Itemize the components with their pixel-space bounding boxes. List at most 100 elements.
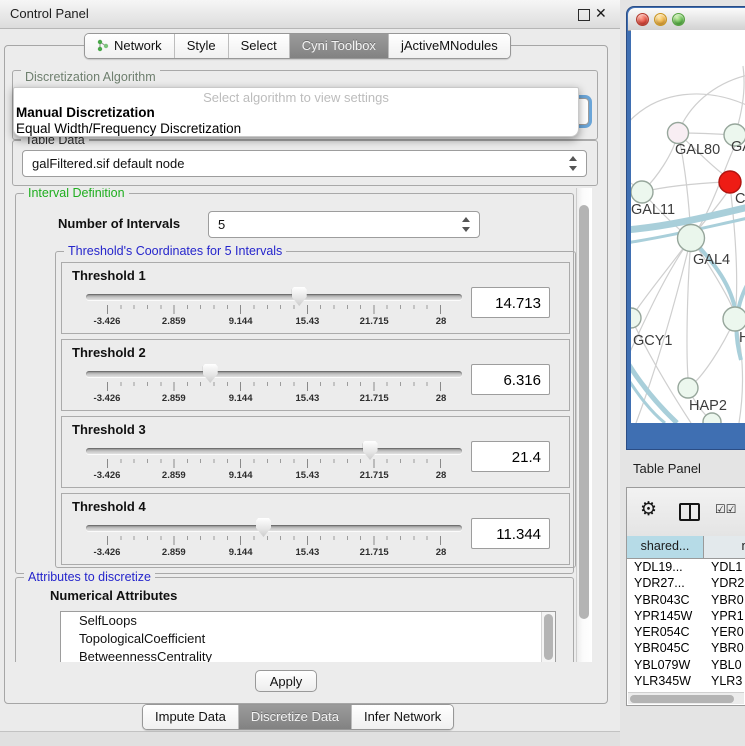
network-canvas[interactable]: GAL80GACGAL11GAL4GCY1HHAP2 — [631, 30, 745, 423]
network-window[interactable]: GAL80GACGAL11GAL4GCY1HHAP2 — [626, 6, 745, 450]
table-row[interactable]: YBR043CYBR0 — [627, 592, 745, 608]
network-node[interactable] — [668, 123, 689, 144]
table-row[interactable]: YBL079WYBL0 — [627, 657, 745, 673]
close-window-button[interactable] — [636, 13, 649, 26]
threshold-4-panel: Threshold 4 -3.4262.8599.14415.4321.7152… — [61, 493, 570, 565]
numerical-attributes-list[interactable]: SelfLoopsTopologicalCoefficientBetweenne… — [60, 611, 556, 662]
close-icon[interactable]: ✕ — [595, 5, 607, 21]
network-node[interactable] — [719, 171, 741, 193]
table-cell: YBR0 — [704, 592, 745, 608]
tab-impute-data[interactable]: Impute Data — [143, 705, 238, 729]
table-row[interactable]: YBR045CYBR0 — [627, 640, 745, 656]
slider-track[interactable] — [86, 525, 462, 531]
list-scrollbar-thumb[interactable] — [544, 614, 553, 660]
slider-thumb[interactable] — [363, 441, 378, 460]
tab-infer-network-label: Infer Network — [364, 709, 441, 724]
tab-style[interactable]: Style — [174, 34, 228, 58]
horizontal-scrollbar-thumb[interactable] — [630, 695, 734, 703]
threshold-2-value-field[interactable]: 6.316 — [471, 364, 550, 395]
network-node-label: GAL11 — [631, 202, 675, 218]
table-row[interactable]: YDR27...YDR2 — [627, 575, 745, 591]
table-row[interactable]: YER054CYER0 — [627, 624, 745, 640]
table-header-cell-shared-name[interactable]: shared... — [627, 536, 704, 558]
slider-thumb[interactable] — [203, 364, 218, 383]
number-of-intervals-value: 5 — [218, 217, 225, 232]
attributes-group-title: Attributes to discretize — [24, 570, 155, 584]
tick-label: 9.144 — [229, 393, 253, 404]
tab-discretize-data[interactable]: Discretize Data — [238, 705, 351, 729]
tick-label: 15.43 — [296, 470, 320, 481]
tick-label: 21.715 — [360, 470, 389, 481]
tick-label: 2.859 — [162, 316, 186, 327]
tick-label: 28 — [436, 316, 447, 327]
node-table-window: ⚙ ☑☑ shared... n YDL19...YDL1YDR27...YDR… — [626, 487, 745, 706]
network-node[interactable] — [631, 181, 653, 203]
tick-label: 15.43 — [296, 316, 320, 327]
checkbox-pair-icon[interactable]: ☑☑ — [715, 502, 737, 516]
slider-thumb[interactable] — [256, 518, 271, 537]
table-panel-title: Table Panel — [633, 461, 701, 476]
table-row[interactable]: YDL19...YDL1 — [627, 559, 745, 575]
threshold-4-slider[interactable]: -3.4262.8599.14415.4321.71528 — [86, 516, 464, 562]
network-node-label: H — [739, 330, 745, 346]
threshold-2-slider[interactable]: -3.4262.8599.14415.4321.71528 — [86, 362, 464, 408]
table-header-cell-name[interactable]: n — [704, 536, 745, 558]
network-node[interactable] — [678, 225, 705, 252]
network-node[interactable] — [678, 378, 698, 398]
tick-label: 21.715 — [360, 547, 389, 558]
slider-track[interactable] — [86, 448, 462, 454]
minimize-window-button[interactable] — [654, 13, 667, 26]
network-node[interactable] — [723, 307, 745, 331]
list-item[interactable]: BetweennessCentrality — [61, 648, 555, 662]
threshold-1-value-field[interactable]: 14.713 — [471, 287, 550, 318]
split-columns-icon[interactable] — [679, 503, 700, 521]
slider-major-ticks — [107, 305, 441, 314]
list-item[interactable]: TopologicalCoefficient — [61, 630, 555, 648]
slider-track[interactable] — [86, 294, 462, 300]
table-cell: YBL079W — [627, 657, 704, 673]
network-node-label: GCY1 — [633, 333, 673, 349]
tab-impute-data-label: Impute Data — [155, 709, 226, 724]
dropdown-option-manual-discretization[interactable]: Manual Discretization — [14, 105, 578, 121]
number-of-intervals-combobox[interactable]: 5 — [208, 211, 480, 238]
tick-label: 2.859 — [162, 393, 186, 404]
list-item[interactable]: SelfLoops — [61, 612, 555, 630]
vertical-scrollbar-thumb[interactable] — [579, 205, 589, 619]
tab-select[interactable]: Select — [228, 34, 289, 58]
horizontal-scrollbar[interactable] — [628, 692, 744, 704]
threshold-1-slider[interactable]: -3.4262.8599.14415.4321.71528 — [86, 285, 464, 331]
tab-network[interactable]: Network — [85, 34, 174, 58]
tab-jactivemnodules[interactable]: jActiveMNodules — [388, 34, 510, 58]
apply-button[interactable]: Apply — [255, 670, 317, 692]
vertical-scrollbar[interactable] — [576, 188, 592, 662]
table-row[interactable]: YLR345WYLR3 — [627, 673, 745, 689]
combobox-arrows-icon — [462, 216, 470, 233]
slider-tick-labels: -3.4262.8599.14415.4321.71528 — [107, 316, 441, 328]
threshold-3-value-field[interactable]: 21.4 — [471, 441, 550, 472]
cyni-scroll-viewport: Interval Definition Number of Intervals … — [10, 188, 592, 662]
tick-label: 28 — [436, 470, 447, 481]
tab-jactivemnodules-label: jActiveMNodules — [401, 38, 498, 53]
threshold-3-slider[interactable]: -3.4262.8599.14415.4321.71528 — [86, 439, 464, 485]
zoom-window-button[interactable] — [672, 13, 685, 26]
slider-track[interactable] — [86, 371, 462, 377]
number-of-intervals-label: Number of Intervals — [58, 216, 180, 231]
tab-infer-network[interactable]: Infer Network — [351, 705, 453, 729]
table-row[interactable]: YPR145WYPR1 — [627, 608, 745, 624]
table-data-combobox[interactable]: galFiltered.sif default node — [22, 150, 587, 177]
discretization-algorithm-group-title: Discretization Algorithm — [21, 70, 160, 84]
control-panel: Control Panel ✕ Network Style Select Cyn… — [0, 0, 621, 745]
table-cell: YDR2 — [704, 575, 745, 591]
float-window-icon[interactable] — [578, 9, 590, 21]
network-node[interactable] — [631, 308, 641, 328]
control-panel-tabbar: Network Style Select Cyni Toolbox jActiv… — [84, 33, 511, 59]
threshold-4-value-field[interactable]: 11.344 — [471, 518, 550, 549]
dropdown-option-equal-width-frequency[interactable]: Equal Width/Frequency Discretization — [14, 121, 578, 137]
tab-cyni-toolbox[interactable]: Cyni Toolbox — [289, 34, 388, 58]
list-scrollbar[interactable] — [541, 612, 555, 662]
table-cell: YLR3 — [704, 673, 745, 689]
threshold-label: Threshold 1 — [72, 268, 146, 283]
tick-label: -3.426 — [94, 547, 121, 558]
slider-thumb[interactable] — [292, 287, 307, 306]
gear-icon[interactable]: ⚙ — [640, 499, 657, 521]
